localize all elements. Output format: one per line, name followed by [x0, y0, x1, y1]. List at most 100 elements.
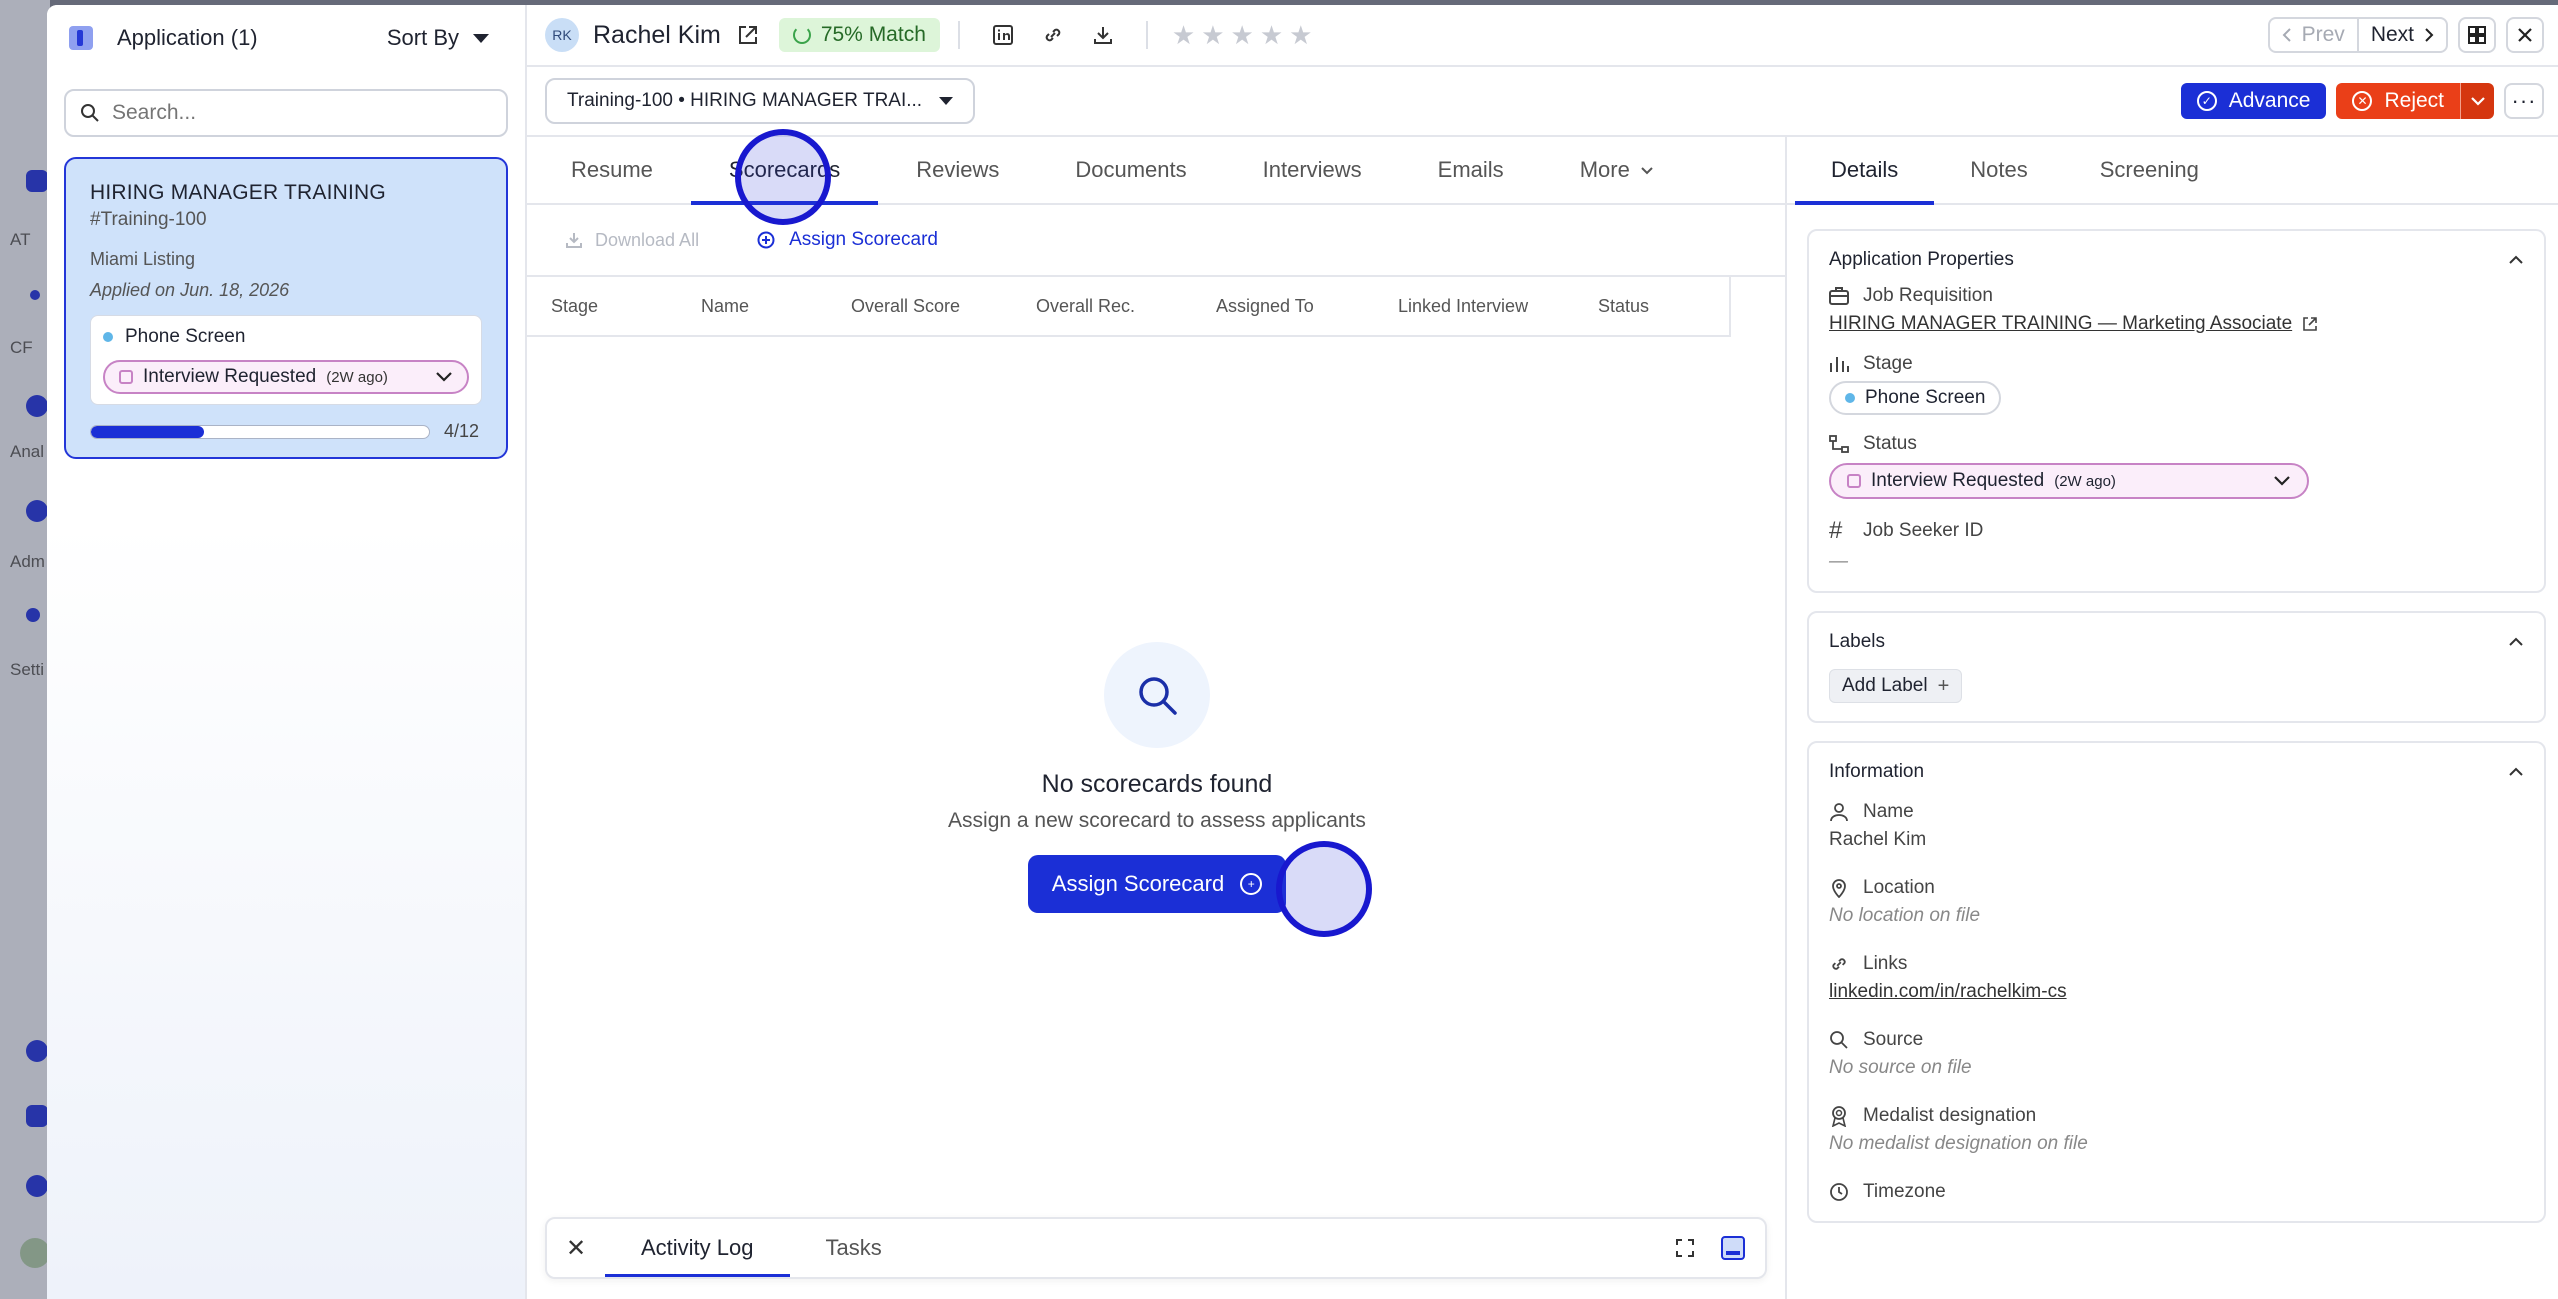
medalist-field: Medalist designation No medalist designa…	[1829, 1105, 2524, 1155]
star-icon[interactable]: ★	[1172, 20, 1195, 51]
job-requisition-field: Job Requisition HIRING MANAGER TRAINING …	[1829, 285, 2524, 335]
chevron-up-icon	[2509, 255, 2523, 264]
applications-panel: Application (1) Sort By HIRING MANAGER T…	[47, 5, 527, 1299]
job-requisition-link[interactable]: HIRING MANAGER TRAINING — Marketing Asso…	[1829, 313, 2524, 335]
tab-more-label: More	[1579, 157, 1630, 182]
tab-reviews[interactable]: Reviews	[878, 137, 1037, 203]
star-icon[interactable]: ★	[1231, 20, 1254, 51]
caret-down-icon	[473, 33, 489, 43]
external-link-icon[interactable]	[737, 24, 759, 46]
bar-chart-icon	[1830, 357, 1849, 372]
labels-header[interactable]: Labels	[1829, 631, 2524, 653]
search-box[interactable]	[64, 89, 508, 137]
scorecard-table-header: Stage Name Overall Score Overall Rec. As…	[527, 277, 1731, 337]
chevron-down-icon	[436, 372, 452, 382]
timezone-label-text: Timezone	[1863, 1181, 1946, 1202]
application-properties-header[interactable]: Application Properties	[1829, 249, 2524, 271]
tab-screening[interactable]: Screening	[2064, 137, 2235, 203]
tab-notes[interactable]: Notes	[1934, 137, 2063, 203]
reject-options-button[interactable]	[2460, 83, 2494, 119]
linkedin-link[interactable]: linkedin.com/in/rachelkim-cs	[1829, 981, 2524, 1003]
download-all-button[interactable]: Download All	[565, 230, 699, 251]
status-label-text: Status	[1863, 433, 1917, 454]
tab-more[interactable]: More	[1542, 137, 1692, 203]
match-ring-icon	[792, 26, 811, 44]
stage-value: Phone Screen	[1865, 387, 1986, 408]
col-overall-score[interactable]: Overall Score	[851, 296, 1036, 317]
stage-dot-icon	[103, 332, 113, 342]
minimize-icon[interactable]	[1721, 1236, 1745, 1260]
grid-layout-icon	[2468, 26, 2486, 44]
assign-scorecard-label: Assign Scorecard	[789, 229, 938, 250]
location-label: Location	[1829, 877, 2524, 899]
prev-button[interactable]: Prev	[2270, 19, 2359, 51]
col-status[interactable]: Status	[1598, 296, 1718, 317]
links-label-text: Links	[1863, 953, 1908, 974]
star-icon[interactable]: ★	[1260, 20, 1283, 51]
tab-documents[interactable]: Documents	[1037, 137, 1224, 203]
requisition-select[interactable]: Training-100 • HIRING MANAGER TRAI...	[545, 78, 975, 124]
expand-icon[interactable]	[1675, 1238, 1695, 1258]
assign-scorecard-link[interactable]: Assign Scorecard	[757, 229, 938, 251]
tab-interviews[interactable]: Interviews	[1225, 137, 1400, 203]
rating-stars[interactable]: ★ ★ ★ ★ ★	[1172, 20, 1313, 51]
sort-by-button[interactable]: Sort By	[387, 25, 489, 51]
search-input[interactable]	[112, 101, 492, 125]
status-field: Status Interview Requested (2W ago)	[1829, 433, 2524, 499]
col-linked-interview[interactable]: Linked Interview	[1398, 296, 1598, 317]
external-link-icon	[2303, 317, 2317, 331]
empty-state-subtitle: Assign a new scorecard to assess applica…	[948, 809, 1366, 832]
tab-activity-log[interactable]: Activity Log	[605, 1219, 790, 1277]
assign-scorecard-button[interactable]: Assign Scorecard +	[1027, 855, 1287, 913]
download-icon[interactable]	[1090, 22, 1116, 48]
stage-label-text: Stage	[1863, 353, 1913, 374]
col-assigned-to[interactable]: Assigned To	[1216, 296, 1398, 317]
star-icon[interactable]: ★	[1201, 20, 1224, 51]
hash-icon: #	[1829, 517, 1843, 544]
tab-details[interactable]: Details	[1795, 137, 1935, 205]
tab-emails[interactable]: Emails	[1400, 137, 1542, 203]
reject-button[interactable]: ✕ Reject	[2336, 83, 2460, 119]
col-stage[interactable]: Stage	[551, 296, 701, 317]
click-highlight	[1276, 841, 1372, 937]
close-icon	[2518, 28, 2532, 42]
next-button[interactable]: Next	[2359, 19, 2446, 51]
progress-bar	[90, 424, 430, 439]
status-dropdown[interactable]: Interview Requested (2W ago)	[1829, 463, 2309, 499]
location-label-text: Location	[1863, 877, 1935, 898]
status-label: Status	[1829, 433, 2524, 455]
col-name[interactable]: Name	[701, 296, 851, 317]
close-modal-button[interactable]	[2506, 17, 2544, 53]
plus-circle-icon	[757, 231, 775, 249]
more-actions-button[interactable]: ···	[2504, 83, 2544, 119]
layout-toggle-button[interactable]	[2458, 17, 2496, 53]
linkedin-icon[interactable]	[990, 22, 1016, 48]
links-field: Links linkedin.com/in/rachelkim-cs	[1829, 953, 2524, 1003]
activity-drawer: ✕ Activity Log Tasks	[545, 1217, 1767, 1279]
medalist-label: Medalist designation	[1829, 1105, 2524, 1127]
card-applied-date: Applied on Jun. 18, 2026	[90, 280, 290, 300]
link-icon[interactable]	[1040, 22, 1066, 48]
labels-section: Labels Add Label +	[1807, 611, 2546, 723]
application-card[interactable]: HIRING MANAGER TRAINING #Training-100 Mi…	[64, 157, 508, 459]
card-status-label: Interview Requested	[143, 366, 317, 387]
card-status-dropdown[interactable]: Interview Requested (2W ago)	[103, 360, 469, 394]
information-header[interactable]: Information	[1829, 761, 2524, 783]
star-icon[interactable]: ★	[1289, 20, 1312, 51]
download-icon	[566, 233, 582, 248]
pager: Prev Next	[2267, 17, 2448, 53]
advance-button[interactable]: ✓ Advance	[2180, 83, 2327, 119]
close-drawer-button[interactable]: ✕	[547, 1219, 605, 1277]
links-label: Links	[1829, 953, 2524, 975]
add-label-button[interactable]: Add Label +	[1829, 669, 1963, 703]
empty-state: No scorecards found Assign a new scoreca…	[527, 642, 1787, 913]
header-nav: Prev Next	[2267, 17, 2558, 53]
tab-tasks[interactable]: Tasks	[790, 1219, 918, 1277]
job-requisition-label-text: Job Requisition	[1863, 285, 1993, 306]
job-requisition-value: HIRING MANAGER TRAINING — Marketing Asso…	[1829, 313, 2293, 334]
tab-resume[interactable]: Resume	[533, 137, 691, 203]
search-icon	[81, 104, 99, 122]
chevron-left-icon	[2282, 28, 2291, 42]
section-title: Information	[1829, 761, 1925, 782]
col-overall-rec[interactable]: Overall Rec.	[1036, 296, 1216, 317]
